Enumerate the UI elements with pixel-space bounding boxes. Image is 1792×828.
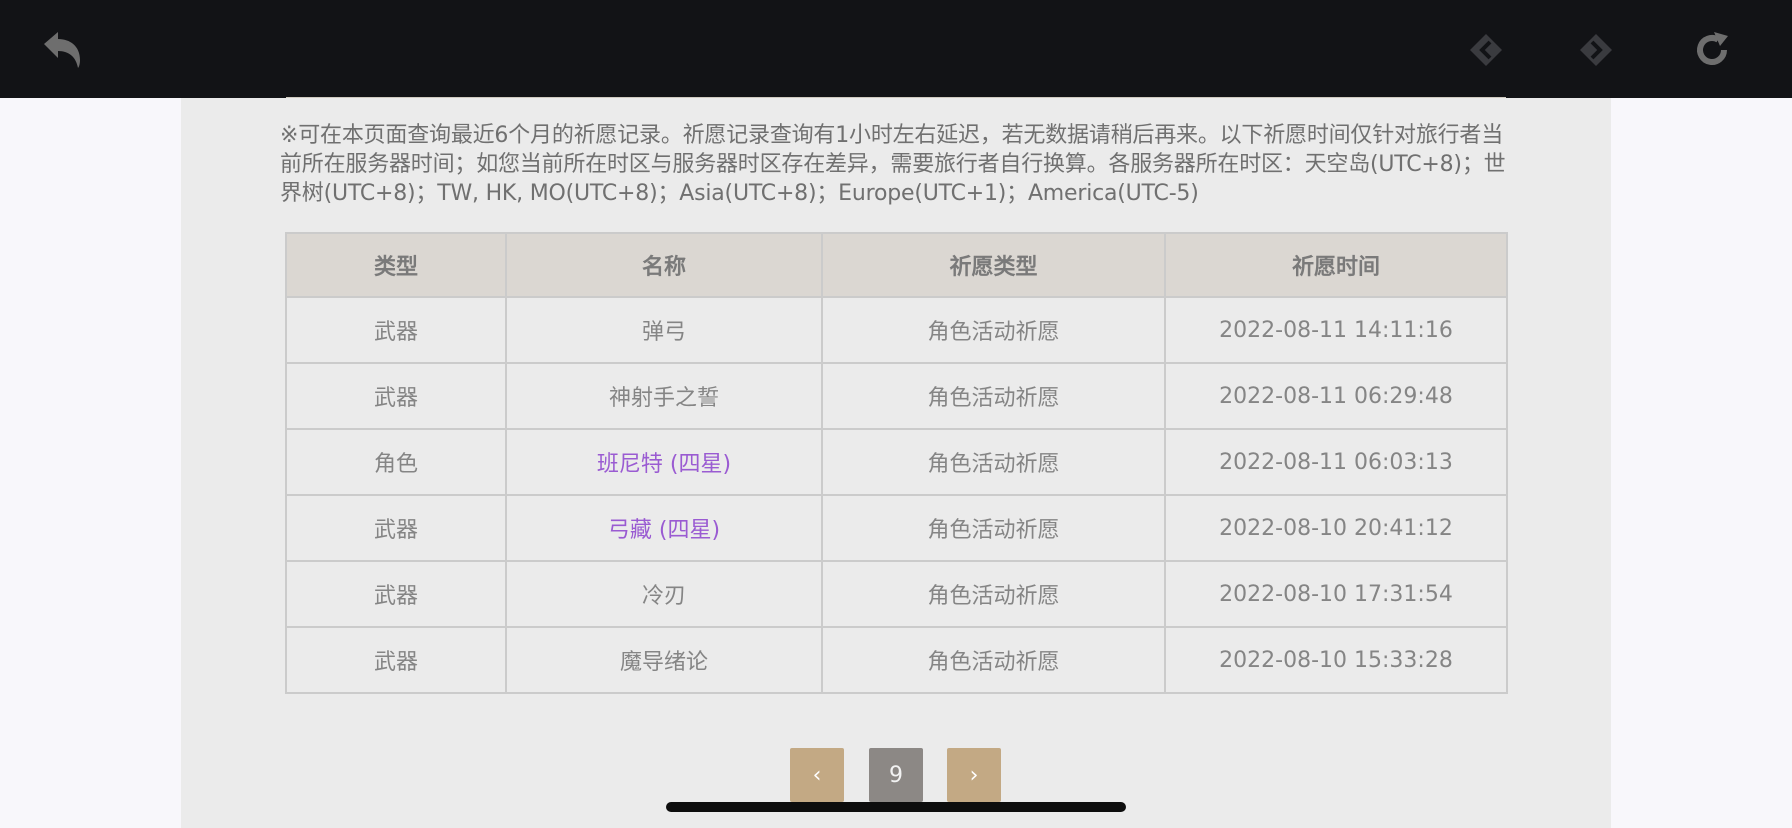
history-forward-icon[interactable] — [1570, 24, 1622, 76]
cell-wish-type: 角色活动祈愿 — [821, 494, 1166, 562]
cell-type: 武器 — [285, 494, 507, 562]
cell-name: 弹弓 — [505, 296, 823, 364]
cell-type: 武器 — [285, 560, 507, 628]
table-row: 角色 班尼特 (四星) 角色活动祈愿 2022-08-11 06:03:13 — [285, 428, 1508, 496]
browser-toolbar — [0, 0, 1792, 98]
cell-name: 神射手之誓 — [505, 362, 823, 430]
cell-wish-type: 角色活动祈愿 — [821, 626, 1166, 694]
cell-type: 武器 — [285, 296, 507, 364]
cell-wish-type: 角色活动祈愿 — [821, 296, 1166, 364]
cell-wish-time: 2022-08-11 06:03:13 — [1164, 428, 1508, 496]
undo-arrow-icon[interactable] — [36, 24, 88, 76]
cell-wish-type: 角色活动祈愿 — [821, 560, 1166, 628]
cell-wish-type: 角色活动祈愿 — [821, 428, 1166, 496]
cell-name: 冷刃 — [505, 560, 823, 628]
history-back-icon[interactable] — [1460, 24, 1512, 76]
column-header-wish-type: 祈愿类型 — [821, 232, 1166, 298]
cell-type: 角色 — [285, 428, 507, 496]
cell-wish-time: 2022-08-11 14:11:16 — [1164, 296, 1508, 364]
table-row: 武器 弓藏 (四星) 角色活动祈愿 2022-08-10 20:41:12 — [285, 494, 1508, 562]
cell-name: 班尼特 (四星) — [505, 428, 823, 496]
wish-history-notice: ※可在本页面查询最近6个月的祈愿记录。祈愿记录查询有1小时左右延迟，若无数据请稍… — [280, 123, 1506, 206]
next-page-button[interactable]: › — [947, 748, 1001, 802]
cell-wish-time: 2022-08-10 20:41:12 — [1164, 494, 1508, 562]
cell-name: 弓藏 (四星) — [505, 494, 823, 562]
table-row: 武器 弹弓 角色活动祈愿 2022-08-11 14:11:16 — [285, 296, 1508, 364]
column-header-name: 名称 — [505, 232, 823, 298]
cell-wish-time: 2022-08-10 15:33:28 — [1164, 626, 1508, 694]
cell-wish-time: 2022-08-11 06:29:48 — [1164, 362, 1508, 430]
cell-type: 武器 — [285, 362, 507, 430]
table-header-row: 类型 名称 祈愿类型 祈愿时间 — [285, 232, 1508, 298]
table-row: 武器 冷刃 角色活动祈愿 2022-08-10 17:31:54 — [285, 560, 1508, 628]
reload-icon[interactable] — [1686, 24, 1738, 76]
prev-page-button[interactable]: ‹ — [790, 748, 844, 802]
cell-wish-type: 角色活动祈愿 — [821, 362, 1166, 430]
cell-name: 魔导绪论 — [505, 626, 823, 694]
chevron-right-icon: › — [969, 762, 979, 788]
table-row: 武器 魔导绪论 角色活动祈愿 2022-08-10 15:33:28 — [285, 626, 1508, 694]
column-header-type: 类型 — [285, 232, 507, 298]
column-header-wish-time: 祈愿时间 — [1164, 232, 1508, 298]
cell-wish-time: 2022-08-10 17:31:54 — [1164, 560, 1508, 628]
home-indicator-bar[interactable] — [666, 802, 1126, 812]
wish-records-table: 类型 名称 祈愿类型 祈愿时间 武器 弹弓 角色活动祈愿 2022-08-11 … — [285, 232, 1508, 694]
cell-type: 武器 — [285, 626, 507, 694]
chevron-left-icon: ‹ — [812, 762, 822, 788]
current-page-indicator: 9 — [869, 748, 923, 802]
table-row: 武器 神射手之誓 角色活动祈愿 2022-08-11 06:29:48 — [285, 362, 1508, 430]
